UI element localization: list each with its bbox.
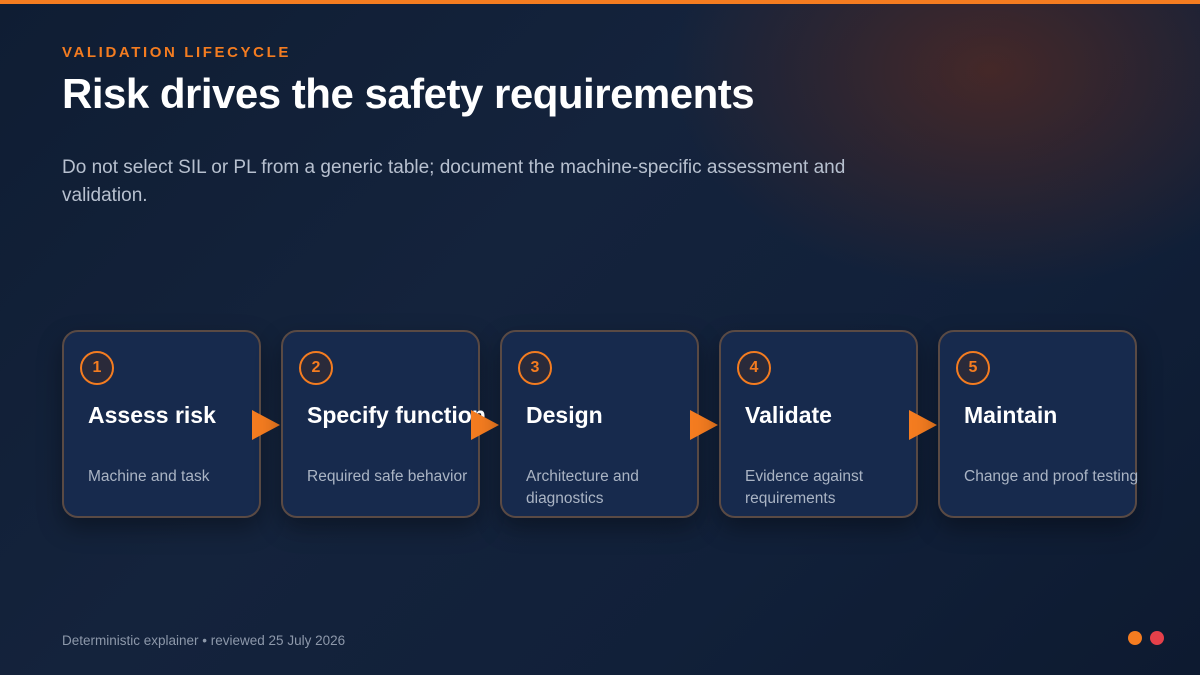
step-title: Specify function: [307, 402, 486, 428]
arrow-right-icon: [690, 410, 718, 440]
step-title: Design: [526, 402, 603, 428]
arrow-right-icon: [909, 410, 937, 440]
orange-dot-icon: [1128, 631, 1142, 645]
step-card-specify-function: 2 Specify function Required safe behavio…: [281, 330, 486, 518]
red-dot-icon: [1150, 631, 1164, 645]
step-card-design: 3 Design Architecture and diagnostics: [500, 330, 699, 518]
footer-caption: Deterministic explainer • reviewed 25 Ju…: [62, 633, 346, 648]
step-number-badge: 4: [737, 351, 771, 385]
arrow-right-icon: [471, 410, 499, 440]
step-description: Machine and task: [88, 468, 210, 485]
step-number-badge: 1: [80, 351, 114, 385]
step-number-badge: 3: [518, 351, 552, 385]
step-card-validate: 4 Validate Evidence against requirements: [719, 330, 918, 518]
step-description: Change and proof testing: [964, 468, 1139, 485]
step-title: Validate: [745, 402, 832, 428]
step-description: Evidence against requirements: [745, 468, 864, 507]
step-title: Maintain: [964, 402, 1058, 428]
step-number-badge: 5: [956, 351, 990, 385]
lifecycle-steps: 1 Assess risk Machine and task 2 Specify…: [0, 0, 1200, 675]
arrow-right-icon: [252, 410, 280, 440]
step-title: Assess risk: [88, 402, 216, 428]
step-card-assess-risk: 1 Assess risk Machine and task: [62, 330, 261, 518]
step-description: Required safe behavior: [307, 468, 468, 485]
step-card-maintain: 5 Maintain Change and proof testing: [938, 330, 1139, 518]
step-number-badge: 2: [299, 351, 333, 385]
step-description: Architecture and diagnostics: [526, 468, 639, 507]
